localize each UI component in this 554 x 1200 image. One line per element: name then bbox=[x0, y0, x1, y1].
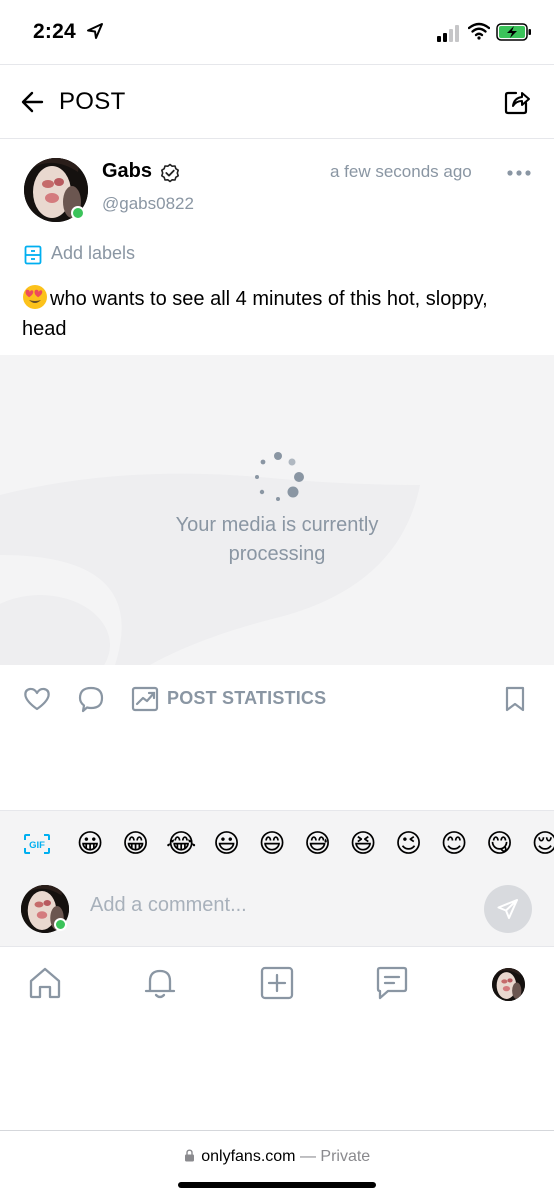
comment-input[interactable] bbox=[90, 885, 470, 925]
wifi-icon bbox=[468, 22, 490, 40]
browser-address-bar[interactable]: onlyfans.com — Private bbox=[0, 1130, 554, 1200]
url-domain: onlyfans.com bbox=[201, 1148, 296, 1165]
emoji-option[interactable]: 😁 bbox=[121, 828, 151, 858]
cellular-signal-icon bbox=[437, 25, 459, 42]
emoji-option[interactable]: 😌 bbox=[530, 828, 554, 858]
avatar-image bbox=[492, 968, 525, 1001]
add-labels-label: Add labels bbox=[51, 243, 136, 263]
gif-icon[interactable]: GIF bbox=[23, 833, 51, 855]
online-status-dot bbox=[54, 918, 67, 931]
status-time: 2:24 bbox=[33, 20, 76, 43]
add-post-icon[interactable] bbox=[259, 965, 295, 1001]
notifications-bell-icon[interactable] bbox=[142, 965, 178, 1001]
send-comment-button[interactable] bbox=[484, 885, 532, 933]
messages-icon[interactable] bbox=[374, 965, 410, 1001]
emoji-option[interactable]: 😅 bbox=[303, 828, 333, 858]
loading-spinner-icon bbox=[255, 452, 304, 501]
post-text: who wants to see all 4 minutes of this h… bbox=[22, 284, 537, 344]
post-statistics-button[interactable]: POST STATISTICS bbox=[167, 688, 326, 709]
brand-watermark bbox=[0, 473, 420, 665]
private-mode-label: — Private bbox=[299, 1148, 371, 1165]
page-title: POST bbox=[59, 88, 126, 115]
comment-bubble-icon[interactable] bbox=[77, 685, 105, 713]
bottom-navigation bbox=[0, 947, 554, 1027]
post-actions: POST STATISTICS bbox=[0, 665, 554, 735]
gif-label: GIF bbox=[29, 840, 45, 851]
home-indicator[interactable] bbox=[178, 1182, 376, 1188]
emoji-option[interactable]: 😀 bbox=[75, 828, 105, 858]
emoji-quick-bar: 😀 😁 😂 😃 😄 😅 😆 😉 😊 😋 😌 bbox=[75, 828, 554, 858]
lock-icon bbox=[184, 1149, 194, 1162]
bookmark-icon[interactable] bbox=[503, 685, 527, 713]
location-arrow-icon bbox=[87, 23, 103, 39]
comment-composer: GIF 😀 😁 😂 😃 😄 😅 😆 😉 😊 😋 😌 bbox=[0, 810, 554, 947]
post-text-body: who wants to see all 4 minutes of this h… bbox=[22, 288, 488, 340]
media-placeholder: Your media is currently processing bbox=[0, 355, 554, 665]
more-options-icon[interactable] bbox=[507, 168, 531, 178]
profile-avatar[interactable] bbox=[492, 968, 525, 1001]
author-name[interactable]: Gabs bbox=[102, 160, 152, 183]
media-processing-text: Your media is currently processing bbox=[175, 514, 379, 565]
emoji-option[interactable]: 😋 bbox=[485, 828, 515, 858]
send-paper-plane-icon bbox=[497, 899, 518, 919]
heart-eyes-emoji bbox=[22, 284, 48, 310]
label-drawer-icon bbox=[24, 245, 42, 265]
battery-charging-icon bbox=[496, 23, 531, 41]
back-arrow-icon[interactable] bbox=[20, 89, 46, 115]
like-heart-icon[interactable] bbox=[23, 685, 51, 713]
post-timestamp: a few seconds ago bbox=[330, 162, 472, 181]
url-line: onlyfans.com — Private bbox=[0, 1148, 554, 1166]
post-statistics-icon[interactable] bbox=[131, 685, 159, 713]
emoji-option[interactable]: 😊 bbox=[439, 828, 469, 858]
post-header: POST bbox=[0, 64, 554, 139]
emoji-option[interactable]: 😃 bbox=[212, 828, 242, 858]
emoji-option[interactable]: 😂 bbox=[166, 828, 196, 858]
media-processing-message: Your media is currently processing bbox=[0, 511, 554, 569]
online-status-dot bbox=[71, 206, 85, 220]
verified-badge-icon bbox=[161, 163, 179, 183]
emoji-option[interactable]: 😉 bbox=[394, 828, 424, 858]
status-bar: 2:24 bbox=[0, 0, 554, 64]
share-icon[interactable] bbox=[502, 87, 532, 117]
emoji-option[interactable]: 😆 bbox=[348, 828, 378, 858]
emoji-option[interactable]: 😄 bbox=[257, 828, 287, 858]
home-icon[interactable] bbox=[27, 965, 63, 1001]
author-handle[interactable]: @gabs0822 bbox=[102, 194, 194, 214]
